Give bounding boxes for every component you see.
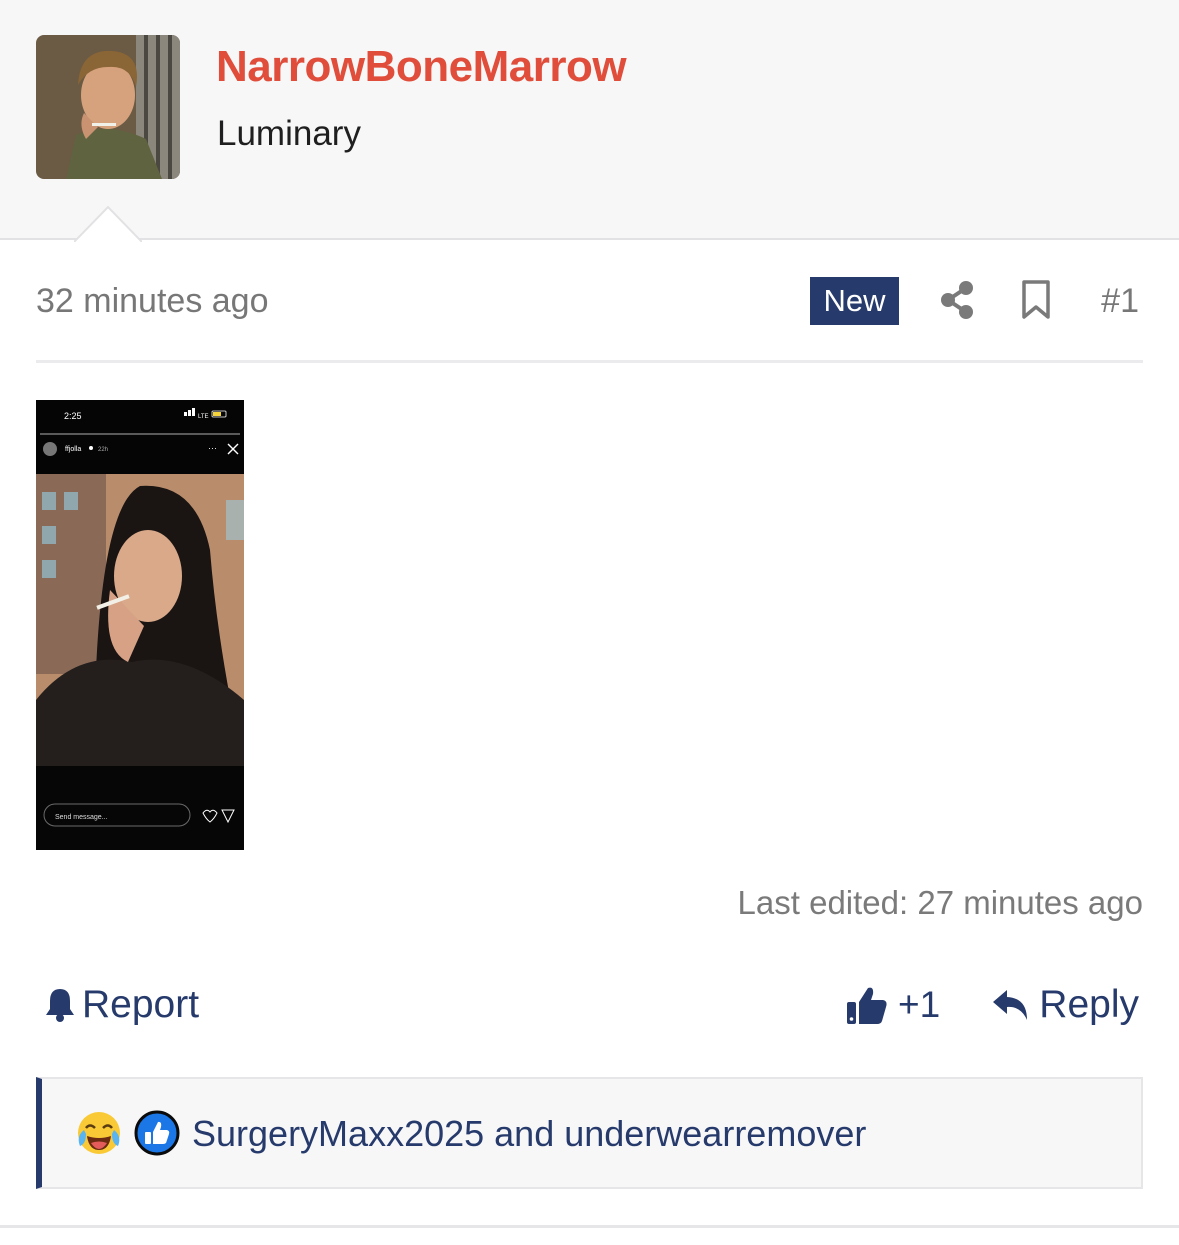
reaction-icons [76, 1110, 192, 1156]
reaction-users[interactable]: SurgeryMaxx2025 and underwearremover [192, 1113, 866, 1155]
header-notch [74, 205, 142, 242]
bookmark-icon[interactable] [1021, 280, 1051, 320]
bottom-divider [0, 1225, 1179, 1228]
thumbs-up-reaction-icon [134, 1110, 180, 1156]
like-button[interactable]: +1 [846, 975, 940, 1035]
last-edited: Last edited: 27 minutes ago [737, 884, 1143, 921]
post-time[interactable]: 32 minutes ago [36, 282, 269, 321]
story-user: ffjolla [65, 446, 81, 453]
story-screenshot: 2:25 LTE ffjolla 22h ··· Send message... [36, 400, 244, 850]
reply-label: Reply [1039, 983, 1139, 1026]
reactions-bar[interactable]: SurgeryMaxx2025 and underwearremover [36, 1077, 1143, 1189]
reply-arrow-icon [993, 990, 1028, 1020]
report-label: Report [82, 983, 200, 1026]
post-actions: Report +1 Reply [36, 975, 1143, 1035]
report-button[interactable]: Report [44, 975, 199, 1035]
story-network: LTE [198, 414, 209, 420]
like-count: +1 [898, 984, 941, 1025]
share-icon[interactable] [940, 280, 974, 320]
attached-image[interactable]: 2:25 LTE ffjolla 22h ··· Send message... [36, 400, 244, 850]
user-header: NarrowBoneMarrow Luminary [0, 0, 1179, 242]
username[interactable]: NarrowBoneMarrow [216, 42, 627, 92]
new-badge: New [810, 277, 899, 325]
svg-text:···: ··· [208, 443, 217, 453]
story-clock: 2:25 [64, 411, 82, 421]
laughing-crying-emoji-icon [78, 1112, 120, 1154]
post-meta: 32 minutes ago New #1 [36, 270, 1143, 332]
reply-button[interactable]: Reply [991, 975, 1139, 1035]
meta-divider [36, 360, 1143, 363]
post-number[interactable]: #1 [1101, 282, 1139, 321]
story-message-input: Send message... [55, 814, 108, 821]
avatar[interactable] [36, 35, 180, 179]
user-title: Luminary [217, 114, 361, 153]
portrait-avatar-icon [36, 35, 180, 179]
bell-icon [46, 989, 74, 1022]
story-age: 22h [98, 447, 108, 453]
thumbs-up-icon [847, 987, 887, 1024]
